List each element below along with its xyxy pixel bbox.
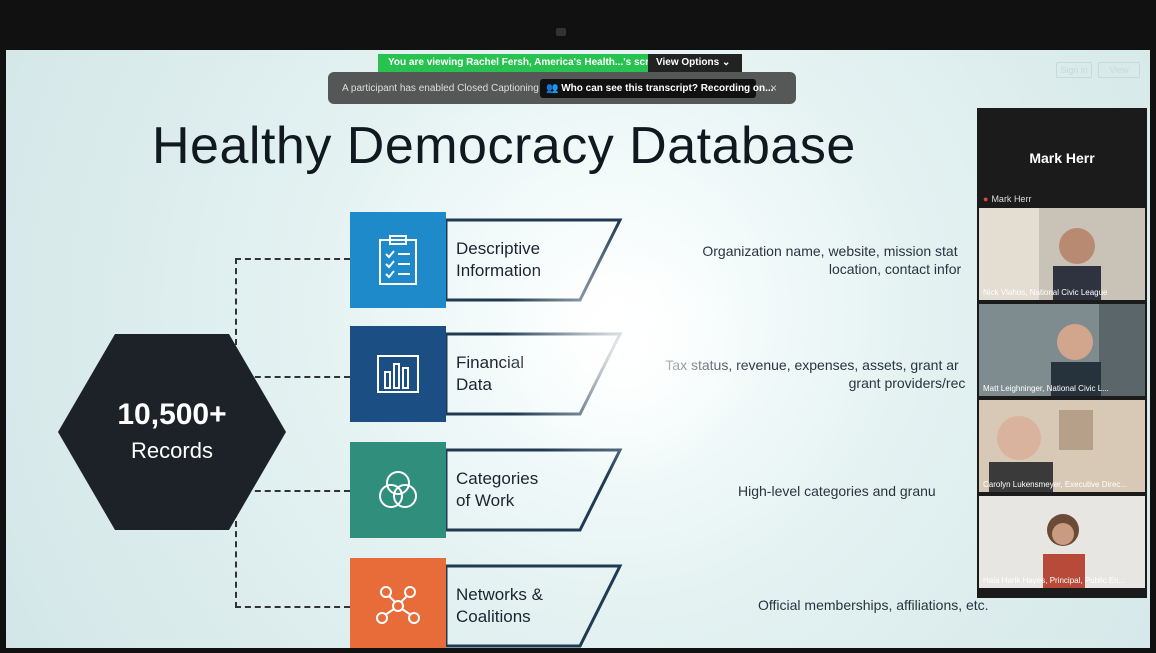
records-hexagon (58, 334, 286, 530)
network-nodes-icon (350, 558, 446, 648)
participant-video (979, 400, 1145, 492)
monitor-bezel-bottom (0, 648, 1156, 653)
categories-label: Categories of Work (456, 469, 539, 510)
signin-button[interactable]: Sign in (1056, 62, 1092, 78)
connector-4 (235, 606, 350, 608)
connector-3 (235, 490, 350, 492)
view-options-button[interactable]: View Options ⌄ (648, 54, 742, 72)
chevron-down-icon: ⌄ (721, 57, 731, 68)
networks-description: Official memberships, affiliations, etc. (758, 597, 989, 613)
active-speaker-row: ● Mark Herr (983, 194, 1032, 204)
close-icon[interactable]: × (770, 81, 777, 95)
participant-name: Matt Leighninger, National Civic L... (983, 384, 1109, 393)
transcript-visibility-button[interactable]: 👥 Who can see this transcript? Recording… (540, 78, 774, 98)
participant-tile[interactable]: Nick Vlahos, National Civic League (979, 208, 1145, 300)
categories-description: High-level categories and granu (738, 483, 936, 499)
participant-tile[interactable]: Hala Harik Hayes, Principal, Public En..… (979, 496, 1145, 588)
viewing-notice: You are viewing Rachel Fersh, America's … (378, 54, 648, 72)
captioning-note: A participant has enabled Closed Caption… (342, 82, 539, 94)
venn-circles-icon (350, 442, 446, 538)
mic-muted-icon: ● (983, 194, 989, 204)
view-button[interactable]: View (1098, 62, 1140, 78)
financial-description: Tax status, revenue, expenses, assets, g… (665, 357, 966, 391)
participant-name: Carolyn Lukensmeyer, Executive Direc... (983, 480, 1128, 489)
connector-1 (235, 258, 350, 260)
participant-tile[interactable]: Matt Leighninger, National Civic L... (979, 304, 1145, 396)
monitor-bezel-top (0, 0, 1156, 50)
participant-name: Nick Vlahos, National Civic League (983, 288, 1108, 297)
descriptive-label: Descriptive Information (456, 239, 542, 280)
participant-tile[interactable]: Carolyn Lukensmeyer, Executive Direc... (979, 400, 1145, 492)
descriptive-description: Organization name, website, mission stat… (702, 243, 962, 277)
webcam-icon (556, 28, 566, 36)
screen-share-banner: You are viewing Rachel Fersh, America's … (378, 54, 742, 72)
participant-name: Hala Harik Hayes, Principal, Public En..… (983, 576, 1126, 585)
monitor-bezel-left (0, 0, 6, 653)
bar-chart-icon (350, 326, 446, 422)
slide-title: Healthy Democracy Database (152, 117, 856, 175)
participant-video (979, 208, 1145, 300)
records-label: Records (131, 438, 213, 463)
clipboard-checklist-icon (350, 212, 446, 308)
participant-video (979, 496, 1145, 588)
active-speaker-name: Mark Herr (1029, 150, 1095, 166)
monitor-bezel-right (1150, 0, 1156, 653)
records-count: 10,500+ (117, 398, 227, 431)
networks-label: Networks & Coalitions (456, 585, 543, 626)
captioning-bar: A participant has enabled Closed Caption… (328, 72, 796, 104)
financial-label: Financial Data (456, 353, 525, 394)
participant-video (979, 304, 1145, 396)
people-icon: 👥 (546, 82, 559, 94)
